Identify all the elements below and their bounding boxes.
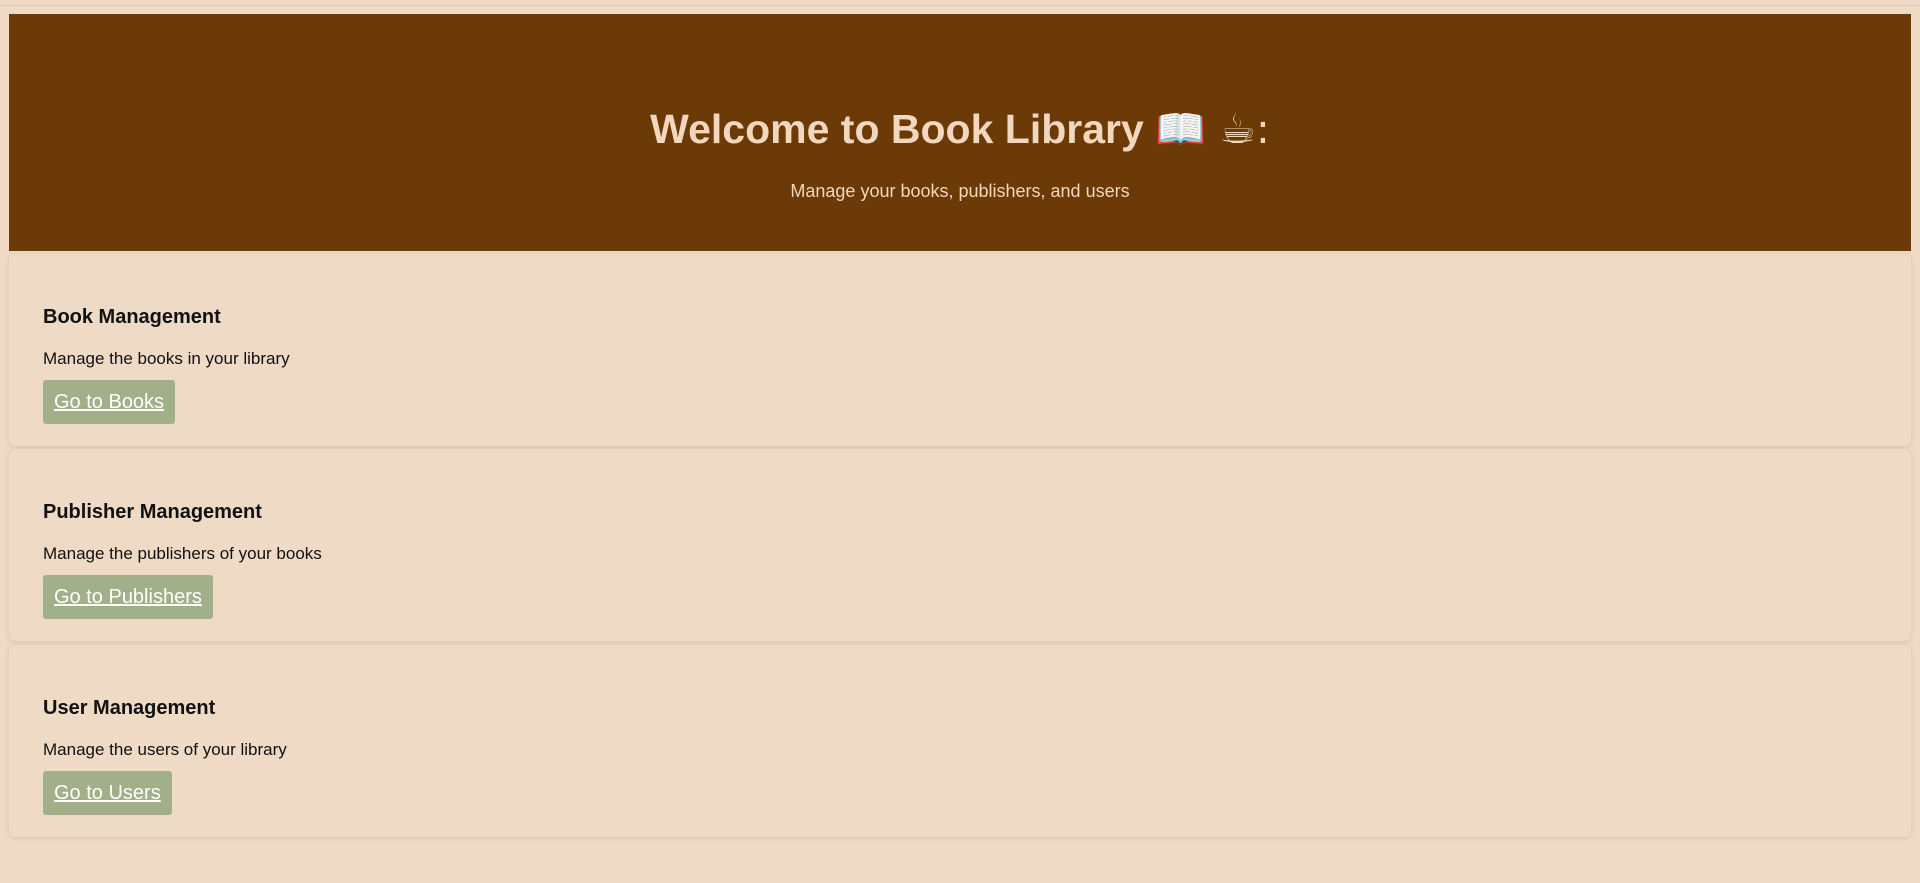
card-title: Book Management [43,306,221,328]
card-description: Manage the users of your library [43,740,287,759]
book-coffee-icon: 📖 ☕: [1155,105,1270,153]
page-subtitle: Manage your books, publishers, and users [790,181,1130,201]
go-to-books-button[interactable]: Go to Books [43,380,176,424]
book-management-card: Book Management Manage the books in your… [9,254,1911,446]
card-title: User Management [43,697,216,719]
page-header: Welcome to Book Library 📖 ☕: Manage your… [9,14,1911,251]
publisher-management-card: Publisher Management Manage the publishe… [9,449,1911,641]
page-title: Welcome to Book Library 📖 ☕: [9,100,1911,158]
top-strip [0,0,1920,6]
page-title-text: Welcome to Book Library [650,106,1144,152]
card-title: Publisher Management [43,501,262,523]
user-management-card: User Management Manage the users of your… [9,645,1911,837]
go-to-users-button[interactable]: Go to Users [43,771,172,815]
go-to-publishers-button[interactable]: Go to Publishers [43,575,213,619]
card-description: Manage the publishers of your books [43,544,322,563]
page: Welcome to Book Library 📖 ☕: Manage your… [0,0,1920,883]
card-description: Manage the books in your library [43,349,290,368]
